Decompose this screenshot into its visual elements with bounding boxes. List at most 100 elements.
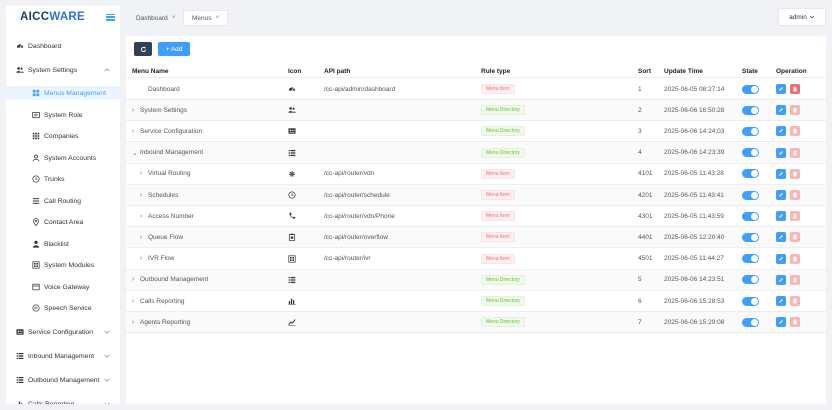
state-toggle[interactable] — [742, 105, 759, 115]
delete-button[interactable] — [790, 126, 800, 137]
chevron-up-icon[interactable] — [103, 66, 111, 74]
delete-button[interactable] — [790, 317, 800, 328]
rule-type-tag: Menu Item — [481, 84, 515, 94]
state-toggle[interactable] — [742, 296, 759, 306]
delete-button[interactable] — [790, 168, 800, 179]
rule-type-cell: Menu Item — [481, 249, 515, 269]
chevron-down-icon[interactable] — [103, 376, 111, 384]
sidebar-item-trunks[interactable]: Trunks — [6, 172, 120, 186]
menu-icon-cell — [288, 206, 296, 226]
tab-close-icon[interactable]: × — [216, 15, 220, 21]
delete-button[interactable] — [790, 253, 800, 264]
chevron-down-icon[interactable] — [103, 328, 111, 336]
state-toggle[interactable] — [742, 275, 759, 285]
sidebar-item-call-routing[interactable]: Call Routing — [6, 194, 120, 208]
edit-button[interactable] — [776, 147, 786, 158]
sidebar-item-contact-area[interactable]: Contact Area — [6, 215, 120, 229]
chevron-down-icon[interactable] — [103, 400, 111, 404]
expand-toggle-icon[interactable]: › — [140, 170, 148, 177]
expand-toggle-icon[interactable]: › — [140, 255, 148, 262]
table-row[interactable]: ⌄ Inbound Management Menu Directory 4 2025-0… — [126, 142, 826, 164]
brand-logo[interactable]: AICCWARE — [20, 11, 85, 23]
table-row[interactable]: › Agents Reporting Menu Directory 7 2025-06-… — [126, 312, 826, 334]
delete-button[interactable] — [790, 232, 800, 243]
state-toggle[interactable] — [742, 190, 759, 200]
edit-button[interactable] — [776, 190, 786, 200]
sidebar-item-system-modules[interactable]: System Modules — [6, 258, 120, 272]
table-row[interactable]: › Queue Flow/cc-api/router/overflow Menu I… — [126, 227, 826, 249]
expand-toggle-icon[interactable]: › — [140, 234, 148, 241]
sidebar-item-system-role[interactable]: System Role — [6, 108, 120, 122]
table-row[interactable]: › Service Configuration Menu Directory 3 202… — [126, 121, 826, 143]
chevron-down-icon[interactable] — [103, 352, 111, 360]
table-header: Menu Name Icon API path Rule type Sort U… — [126, 64, 826, 78]
table-row[interactable]: › Access Number/cc-api/router/vdn/Phone Me… — [126, 206, 826, 228]
edit-button[interactable] — [776, 105, 786, 116]
delete-button[interactable] — [790, 105, 800, 116]
table-row[interactable]: › Schedules/cc-api/router/schedule Menu It… — [126, 185, 826, 206]
delete-button[interactable] — [790, 296, 800, 306]
edit-button[interactable] — [776, 232, 786, 243]
sidebar-item-calls-reporting[interactable]: Calls Reporting — [6, 397, 120, 404]
refresh-button[interactable] — [134, 42, 152, 56]
sidebar-item-companies[interactable]: Companies — [6, 129, 120, 143]
edit-button[interactable] — [776, 296, 786, 306]
delete-button[interactable] — [790, 190, 800, 200]
sidebar-item-inbound-management[interactable]: Inbound Management — [6, 349, 120, 363]
menu-name: Service Configuration — [140, 127, 203, 135]
delete-button[interactable] — [790, 211, 800, 222]
sort-value: 4501 — [638, 255, 653, 263]
state-toggle[interactable] — [742, 84, 759, 94]
edit-button[interactable] — [776, 274, 786, 285]
expand-toggle-icon[interactable]: › — [132, 107, 140, 114]
sidebar-item-menus-management[interactable]: Menus Management — [6, 86, 120, 100]
menu-toggle-icon[interactable] — [106, 13, 115, 21]
edit-button[interactable] — [776, 253, 786, 264]
edit-button[interactable] — [776, 211, 786, 222]
expand-toggle-icon[interactable]: › — [132, 128, 140, 135]
state-toggle[interactable] — [742, 254, 759, 264]
sidebar-item-dashboard[interactable]: Dashboard — [6, 39, 120, 53]
sidebar-item-speech-service[interactable]: Speech Service — [6, 301, 120, 315]
state-toggle[interactable] — [742, 232, 759, 242]
expand-toggle-icon[interactable]: › — [140, 192, 148, 199]
edit-button[interactable] — [776, 126, 786, 137]
sidebar-item-system-settings[interactable]: System Settings — [6, 63, 120, 77]
delete-button[interactable] — [790, 147, 800, 158]
table-row[interactable]: Dashboard/cc-api/admin/dashboard Menu Ite… — [126, 79, 826, 100]
tab-menus[interactable]: Menus × — [183, 10, 229, 26]
sidebar-item-voice-gateway[interactable]: Voice Gateway — [6, 280, 120, 294]
sidebar-item-blacklist[interactable]: Blacklist — [6, 237, 120, 251]
table-row[interactable]: › Calls Reporting Menu Directory 6 2025-06-0… — [126, 291, 826, 312]
table-row[interactable]: › IVR Flow/cc-api/router/ivr Menu Item 4501… — [126, 249, 826, 270]
update-time: 2025-06-05 11:43:59 — [664, 212, 724, 220]
user-menu-button[interactable]: admin — [778, 8, 826, 26]
sidebar-item-system-accounts[interactable]: System Accounts — [6, 151, 120, 165]
state-toggle[interactable] — [742, 148, 759, 158]
tab-close-icon[interactable]: × — [172, 15, 176, 21]
update-time: 2025-06-05 11:43:41 — [664, 191, 724, 199]
sidebar-item-outbound-management[interactable]: Outbound Management — [6, 373, 120, 387]
expand-toggle-icon[interactable]: › — [132, 298, 140, 305]
expand-toggle-icon[interactable]: › — [132, 319, 140, 326]
state-toggle[interactable] — [742, 126, 759, 136]
table-row[interactable]: › Virtual Routing/cc-api/router/vdn Menu I… — [126, 164, 826, 185]
menu-icon-cell — [288, 79, 296, 99]
table-row[interactable]: › System Settings Menu Directory 2 2025-06-0… — [126, 100, 826, 122]
expand-toggle-icon[interactable]: › — [140, 213, 148, 220]
edit-button[interactable] — [776, 84, 786, 94]
delete-button[interactable] — [790, 274, 800, 285]
delete-button[interactable] — [790, 84, 800, 94]
add-button[interactable]: + Add — [158, 42, 190, 56]
tab-dashboard[interactable]: Dashboard × — [128, 10, 183, 26]
table-row[interactable]: › Outbound Management Menu Directory 5 2025-… — [126, 269, 826, 291]
state-toggle[interactable] — [742, 317, 759, 327]
operation-cell — [776, 164, 804, 184]
edit-button[interactable] — [776, 317, 786, 328]
sidebar-item-service-configuration[interactable]: Service Configuration — [6, 325, 120, 339]
expand-toggle-icon[interactable]: ⌄ — [132, 149, 140, 157]
edit-button[interactable] — [776, 168, 786, 179]
state-toggle[interactable] — [742, 211, 759, 221]
state-toggle[interactable] — [742, 169, 759, 179]
expand-toggle-icon[interactable]: › — [132, 276, 140, 283]
